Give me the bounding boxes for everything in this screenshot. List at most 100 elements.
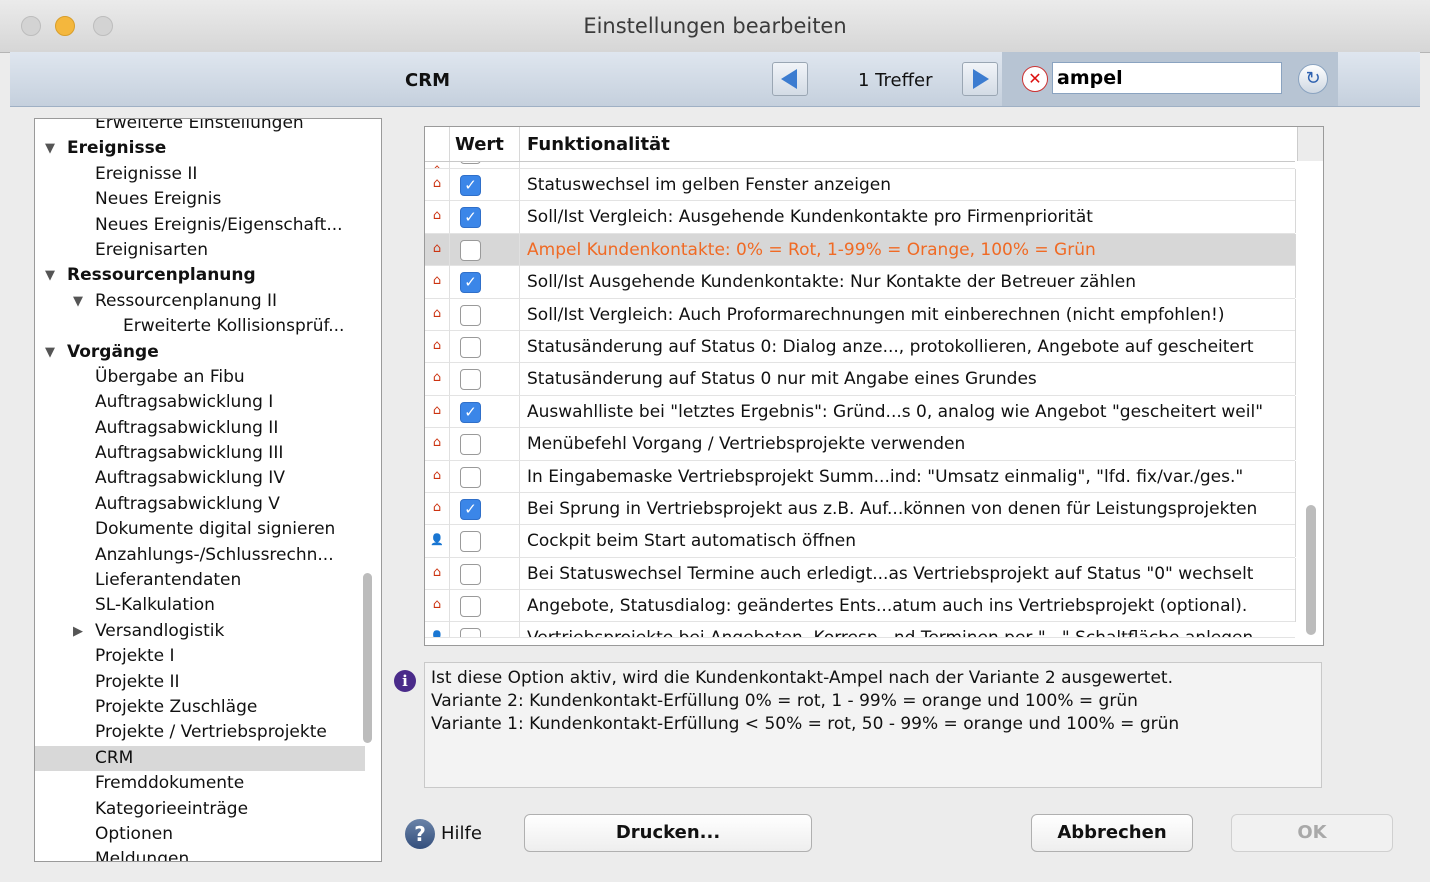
value-checkbox[interactable] (460, 466, 481, 488)
house-icon: ⌂ (432, 597, 442, 613)
function-label: Soll/Ist Ausgehende Kundenkontakte: Nur … (527, 272, 1136, 293)
value-checkbox[interactable]: ✓ (460, 401, 481, 423)
tree-item[interactable]: SL-Kalkulation (35, 593, 365, 618)
tree-item[interactable]: Übergabe an Fibu (35, 365, 365, 390)
tree-item-label: Neues Ereignis/Eigenschaft... (95, 214, 343, 235)
house-icon: ⌂ (429, 162, 445, 168)
function-label: Vertriebsprojekte bei Angeboten, Korresp… (527, 628, 1254, 639)
print-button[interactable]: Drucken... (524, 814, 812, 852)
tree-item[interactable]: Anzahlungs-/Schlussrechn... (35, 543, 365, 568)
value-checkbox[interactable] (460, 563, 481, 585)
tree-item-label: Projekte / Vertriebsprojekte (95, 722, 327, 743)
table-row[interactable]: ⌂ Statusänderung auf Status 0: Dialog anz… (425, 330, 1296, 364)
disclosure-open-icon[interactable]: ▼ (45, 340, 55, 365)
tree-item[interactable]: Kategorieeinträge (35, 797, 365, 822)
disclosure-closed-icon[interactable]: ▶ (73, 619, 83, 644)
tree-item[interactable]: Projekte Zuschläge (35, 695, 365, 720)
table-row[interactable]: ⌂ Soll/Ist Vergleich: Auch Proformarechnu… (425, 298, 1296, 331)
previous-hit-button[interactable] (772, 62, 808, 96)
tree-item[interactable]: ▼ Vorgänge (35, 340, 365, 365)
value-checkbox[interactable] (460, 336, 481, 358)
tree-item-label: Ereignisse (67, 138, 167, 159)
tree-item[interactable]: CRM (35, 745, 365, 772)
disclosure-open-icon[interactable]: ▼ (45, 263, 55, 288)
ok-button[interactable]: OK (1231, 814, 1393, 852)
tree-item[interactable]: Erweiterte Einstellungen (35, 119, 365, 136)
disclosure-open-icon[interactable]: ▼ (73, 289, 83, 314)
tree-item[interactable]: Ereignisarten (35, 238, 365, 263)
user-icon: 👤 (430, 533, 444, 547)
tree-item[interactable]: Fremddokumente (35, 771, 365, 796)
tree-item[interactable]: Projekte II (35, 670, 365, 695)
tree-item[interactable]: Auftragsabwicklung IV (35, 466, 365, 491)
tree-item[interactable]: ▼ Ressourcenplanung (35, 263, 365, 288)
value-checkbox[interactable]: ✓ (460, 272, 481, 294)
tree-item[interactable]: ▼ Ereignisse (35, 136, 365, 161)
value-checkbox[interactable]: ✓ (460, 498, 481, 520)
table-row[interactable]: 👤 Vertriebsprojekte bei Angeboten, Korres… (425, 622, 1295, 639)
column-header-function[interactable]: Funktionalität (527, 134, 670, 155)
tree-item-label: Ressourcenplanung (67, 265, 256, 286)
tree-item[interactable]: Neues Ereignis/Eigenschaft... (35, 213, 365, 238)
settings-tree[interactable]: Erweiterte Einstellungen ▼ Ereignisse Ereig… (34, 118, 382, 862)
disclosure-open-icon[interactable]: ▼ (45, 136, 55, 161)
tree-item-label: Neues Ereignis (95, 189, 222, 210)
tree-item[interactable]: Auftragsabwicklung III (35, 441, 365, 466)
value-checkbox[interactable]: ✓ (460, 175, 481, 196)
table-row[interactable]: ⌂ Statusänderung auf Status 0 nur mit Ang… (425, 363, 1296, 396)
tree-item[interactable]: Auftragsabwicklung V (35, 492, 365, 517)
cancel-button[interactable]: Abbrechen (1031, 814, 1193, 852)
tree-item[interactable]: ▼ Ressourcenplanung II (35, 289, 365, 314)
function-label: Statuswechsel im gelben Fenster anzeigen (527, 175, 891, 195)
description-line-2: Variante 2: Kundenkontakt-Erfüllung 0% =… (431, 691, 1138, 711)
table-row[interactable]: ⌂ ✓ Statuswechsel im gelben Fenster anzeig… (425, 169, 1296, 202)
tree-item[interactable]: ▶ Versandlogistik (35, 619, 365, 644)
refresh-search-icon[interactable]: ↻ (1298, 64, 1328, 94)
value-checkbox[interactable] (460, 434, 481, 456)
tree-item[interactable]: Optionen (35, 822, 365, 847)
tree-item[interactable]: Auftragsabwicklung I (35, 390, 365, 415)
help-label[interactable]: Hilfe (441, 823, 482, 844)
value-checkbox[interactable] (460, 531, 481, 553)
tree-item[interactable]: Projekte I (35, 644, 365, 669)
next-hit-button[interactable] (962, 62, 998, 96)
tree-item[interactable]: Erweiterte Kollisionsprüf... (35, 314, 365, 339)
function-label: Bei Statuswechsel Termine auch erledigt.… (527, 563, 1254, 584)
table-row[interactable]: 👤 Cockpit beim Start automatisch öffnen (425, 525, 1296, 558)
tree-item[interactable]: Meldungen (35, 847, 365, 861)
table-row[interactable]: ⌂ ✓ Soll/Ist Vergleich: Ausgehende Kundenk… (425, 201, 1296, 234)
house-icon: ⌂ (432, 305, 442, 321)
house-icon: ⌂ (432, 273, 442, 289)
tree-item[interactable]: Ereignisse II (35, 162, 365, 187)
column-header-value[interactable]: Wert (455, 134, 504, 155)
value-checkbox[interactable] (460, 304, 481, 326)
tree-item[interactable]: Projekte / Vertriebsprojekte (35, 720, 365, 745)
table-row[interactable]: ⌂ ✓ Auswahlliste bei "letztes Ergebnis": G… (425, 395, 1296, 429)
table-row[interactable]: ⌂ ✓ Soll/Ist Ausgehende Kundenkontakte: Nu… (425, 266, 1296, 299)
table-row[interactable]: ⌂ Angebote, Statusdialog: geändertes Ents… (425, 590, 1296, 623)
house-icon: ⌂ (432, 402, 442, 418)
value-checkbox[interactable] (460, 596, 481, 618)
table-row[interactable]: ⌂ Menübefehl Vorgang / Vertriebsprojekte … (425, 428, 1296, 461)
value-checkbox[interactable] (460, 628, 481, 638)
table-row[interactable]: ⌂ ✓ Bei Sprung in Vertriebsprojekt aus z.B… (425, 492, 1296, 526)
value-checkbox[interactable] (460, 239, 481, 261)
tree-item[interactable]: Lieferantendaten (35, 568, 365, 593)
tree-item[interactable]: Auftragsabwicklung II (35, 416, 365, 441)
function-label: Menübefehl Vorgang / Vertriebsprojekte v… (527, 434, 966, 455)
table-row[interactable]: ⌂ Ampel Kundenkontakte: 0% = Rot, 1-99% =… (425, 233, 1296, 267)
table-row[interactable]: ⌂ In Eingabemaske Vertriebsprojekt Summ..… (425, 460, 1296, 493)
user-icon: 👤 (430, 630, 444, 639)
help-icon[interactable]: ? (405, 819, 435, 849)
arrow-left-icon (781, 69, 797, 89)
table-row[interactable]: ⌂ Bei Statuswechsel Termine auch erledigt… (425, 557, 1296, 591)
tree-item[interactable]: Neues Ereignis (35, 187, 365, 212)
clear-search-icon[interactable]: ✕ (1022, 66, 1048, 92)
tree-scrollbar[interactable] (363, 573, 372, 743)
value-checkbox[interactable] (460, 369, 481, 391)
grid-header: Wert Funktionalität (425, 127, 1295, 162)
search-input[interactable] (1052, 62, 1282, 94)
value-checkbox[interactable]: ✓ (460, 207, 481, 229)
tree-item[interactable]: Dokumente digital signieren (35, 517, 365, 542)
grid-scrollbar[interactable] (1306, 505, 1316, 635)
